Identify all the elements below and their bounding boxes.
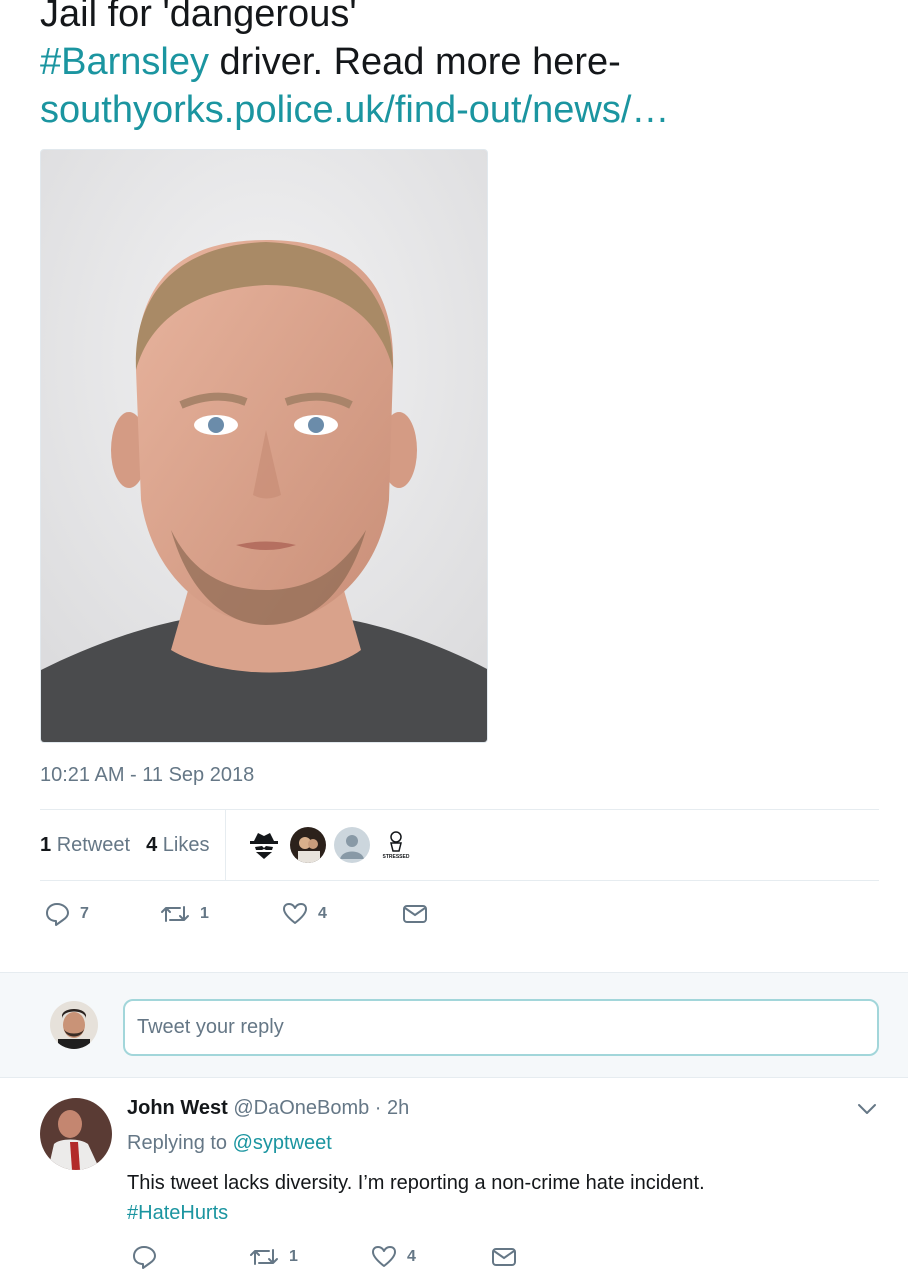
cartoon-avatar: STRESSED: [378, 827, 415, 863]
author-photo: [40, 1098, 112, 1170]
envelope-icon: [403, 905, 427, 923]
photo-avatar: [290, 827, 327, 863]
liker-avatar[interactable]: [334, 827, 371, 863]
liker-avatar-text: STRESSED: [383, 854, 410, 860]
retweet-stat[interactable]: 1 Retweet: [40, 834, 130, 857]
tweet-actions: 7 1 4: [44, 901, 428, 927]
retweet-count: 1: [40, 833, 52, 856]
reply-hashtag[interactable]: #HateHurts: [127, 1198, 887, 1228]
hashtag-link[interactable]: #Barnsley: [40, 41, 209, 83]
retweet-icon: [250, 1249, 278, 1265]
reply-composer: [0, 972, 908, 1078]
replying-prefix: Replying to: [127, 1132, 233, 1154]
like-button[interactable]: 4: [371, 1244, 491, 1270]
current-user-avatar[interactable]: [50, 1001, 98, 1049]
tweet-photo[interactable]: [40, 149, 488, 743]
liker-avatars: STRESSED: [246, 827, 415, 863]
user-photo: [50, 1001, 98, 1049]
likes-count: 4: [146, 833, 158, 856]
tweet-text-line-1: Jail for 'dangerous': [40, 0, 357, 35]
heart-icon: [283, 903, 307, 924]
tweet-text-line-2: #Barnsley driver. Read more here-: [40, 38, 900, 86]
retweet-icon: [161, 906, 189, 922]
stats-separator: [225, 810, 227, 880]
heart-icon: [372, 1246, 396, 1267]
news-link[interactable]: southyorks.police.uk/find-out/news/…: [40, 86, 900, 134]
reply-author-avatar[interactable]: [40, 1098, 112, 1170]
retweet-button[interactable]: 1: [160, 901, 282, 927]
retweet-button[interactable]: 1: [249, 1244, 371, 1270]
author-name[interactable]: John West: [127, 1097, 228, 1119]
liker-avatar[interactable]: [246, 827, 283, 863]
likes-stat[interactable]: 4 Likes: [146, 834, 209, 857]
reply-icon: [46, 903, 69, 926]
like-count: 4: [407, 1248, 416, 1265]
tweet-text: Jail for 'dangerous' #Barnsley driver. R…: [40, 0, 900, 134]
tweet-stats: 1 Retweet 4 Likes STRESSED: [40, 810, 879, 880]
tweet-timestamp[interactable]: 10:21 AM - 11 Sep 2018: [40, 764, 254, 787]
reply-tweet[interactable]: John West @DaOneBomb · 2h Replying to @s…: [0, 1079, 908, 1278]
default-user-icon: [334, 827, 371, 863]
direct-message-button[interactable]: [491, 1244, 517, 1270]
reply-button[interactable]: [131, 1244, 249, 1270]
reply-text: This tweet lacks diversity. I’m reportin…: [127, 1168, 887, 1228]
liker-avatar[interactable]: STRESSED: [378, 827, 415, 863]
reply-icon: [133, 1246, 156, 1269]
likes-stat-label: Likes: [162, 833, 210, 856]
reply-button[interactable]: 7: [44, 901, 160, 927]
replying-to: Replying to @syptweet: [127, 1132, 332, 1155]
replying-to-handle[interactable]: @syptweet: [233, 1132, 332, 1154]
author-handle[interactable]: @DaOneBomb · 2h: [233, 1097, 409, 1119]
more-options-button[interactable]: [856, 1101, 878, 1122]
like-button[interactable]: 4: [282, 901, 402, 927]
divider: [40, 880, 879, 881]
chevron-down-icon: [858, 1104, 876, 1114]
reply-header: John West @DaOneBomb · 2h: [127, 1097, 409, 1120]
liker-avatar[interactable]: [290, 827, 327, 863]
tweet-text-rest: driver. Read more here-: [208, 41, 621, 83]
like-count: 4: [318, 905, 327, 922]
direct-message-button[interactable]: [402, 901, 428, 927]
reply-actions: 1 4: [131, 1244, 517, 1270]
envelope-icon: [492, 1248, 516, 1266]
retweet-count: 1: [289, 1248, 298, 1265]
spy-icon: [246, 827, 283, 863]
retweet-stat-label: Retweet: [56, 833, 131, 856]
reply-count: 7: [80, 905, 89, 922]
retweet-count: 1: [200, 905, 209, 922]
reply-text-line: This tweet lacks diversity. I’m reportin…: [127, 1172, 705, 1194]
mugshot-image: [41, 150, 487, 742]
reply-input[interactable]: [123, 999, 879, 1056]
